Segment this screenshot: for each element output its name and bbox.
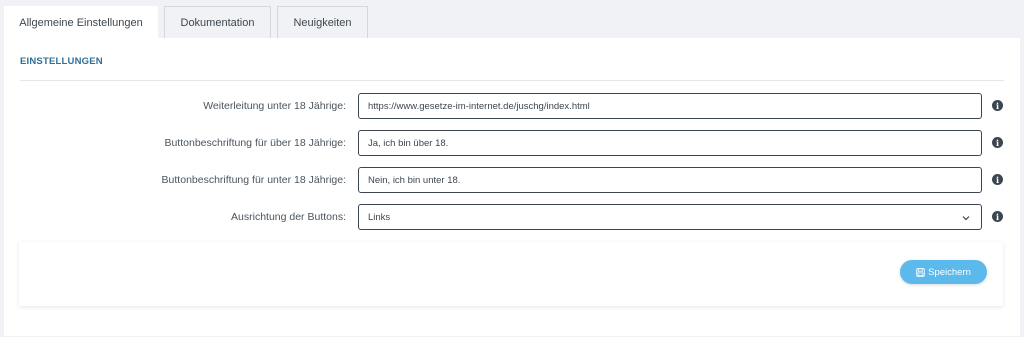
over18-button-text-input[interactable] xyxy=(358,130,982,156)
under18-label: Buttonbeschriftung für unter 18 Jährige: xyxy=(161,174,346,186)
info-icon[interactable]: i xyxy=(992,100,1003,111)
tab-allgemeine-einstellungen[interactable]: Allgemeine Einstellungen xyxy=(4,6,158,38)
chevron-down-icon xyxy=(962,216,970,221)
alignment-selected-value: Links xyxy=(368,211,391,223)
info-icon[interactable]: i xyxy=(992,137,1003,148)
section-divider xyxy=(20,80,1004,81)
action-card: Speichern xyxy=(19,242,1003,306)
tab-bar: Allgemeine Einstellungen Dokumentation N… xyxy=(4,6,374,38)
form-row-redirect: Weiterleitung unter 18 Jährige: i xyxy=(4,93,1020,119)
floppy-disk-icon xyxy=(916,267,925,277)
save-button[interactable]: Speichern xyxy=(900,260,987,284)
form-row-over18: Buttonbeschriftung für über 18 Jährige: … xyxy=(4,130,1020,156)
alignment-label: Ausrichtung der Buttons: xyxy=(231,211,346,223)
info-icon[interactable]: i xyxy=(992,174,1003,185)
under18-button-text-input[interactable] xyxy=(358,167,982,193)
form-row-under18: Buttonbeschriftung für unter 18 Jährige:… xyxy=(4,167,1020,193)
tab-neuigkeiten[interactable]: Neuigkeiten xyxy=(277,6,368,38)
form-row-alignment: Ausrichtung der Buttons: Links i xyxy=(4,204,1020,230)
button-alignment-select[interactable]: Links xyxy=(358,204,982,230)
over18-label: Buttonbeschriftung für über 18 Jährige: xyxy=(164,137,346,149)
tab-dokumentation[interactable]: Dokumentation xyxy=(164,6,271,38)
info-icon[interactable]: i xyxy=(992,211,1003,222)
redirect-label: Weiterleitung unter 18 Jährige: xyxy=(203,100,346,112)
redirect-url-input[interactable] xyxy=(358,93,982,119)
save-button-label: Speichern xyxy=(928,266,971,278)
section-title: EINSTELLUNGEN xyxy=(20,56,103,67)
settings-panel: EINSTELLUNGEN Weiterleitung unter 18 Jäh… xyxy=(4,38,1020,336)
